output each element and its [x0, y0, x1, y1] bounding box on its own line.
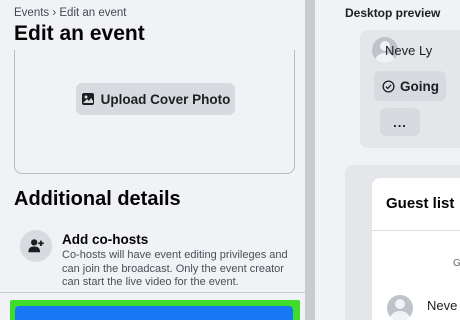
guest-name: Neve [427, 298, 458, 313]
photo-icon [81, 93, 94, 105]
divider [372, 230, 460, 231]
desktop-preview-panel: Desktop preview Neve Ly Going ... Guest … [315, 0, 460, 320]
upload-cover-photo-label: Upload Cover Photo [100, 91, 231, 107]
upload-cover-photo-button[interactable]: Upload Cover Photo [76, 83, 235, 115]
cover-photo-area: Upload Cover Photo [14, 50, 295, 174]
more-options-button[interactable]: ... [380, 108, 420, 136]
going-label: Going [400, 78, 439, 94]
add-person-icon [20, 230, 52, 262]
guest-list-title: Guest list [386, 195, 455, 212]
breadcrumb[interactable]: Events › Edit an event [14, 7, 127, 19]
page-title: Edit an event [14, 22, 145, 45]
preview-label: Desktop preview [345, 6, 441, 20]
section-heading: Additional details [14, 188, 181, 210]
edit-event-panel: Events › Edit an event Edit an event Upl… [0, 0, 305, 320]
check-circle-icon [382, 79, 395, 93]
add-cohosts-description: Co-hosts will have event editing privile… [62, 249, 288, 288]
add-cohosts-title: Add co-hosts [62, 232, 149, 247]
guest-list-letter: G [453, 258, 460, 269]
host-name: Neve Ly [385, 43, 433, 58]
avatar [387, 295, 413, 320]
going-button[interactable]: Going [374, 71, 446, 101]
update-button[interactable] [15, 306, 293, 320]
divider [0, 292, 305, 293]
